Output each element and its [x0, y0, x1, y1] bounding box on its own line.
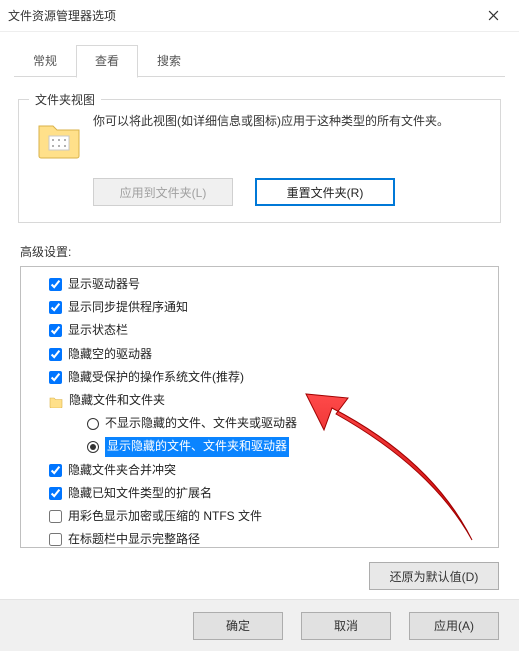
tree-item[interactable]: 隐藏受保护的操作系统文件(推荐): [25, 366, 494, 389]
tree-label-highlighted: 显示隐藏的文件、文件夹和驱动器: [105, 437, 289, 456]
radio-unchecked[interactable]: [87, 418, 99, 430]
tree-label: 隐藏文件夹合并冲突: [68, 461, 176, 480]
tree-label: 隐藏已知文件类型的扩展名: [68, 484, 212, 503]
tree-item[interactable]: 隐藏空的驱动器: [25, 343, 494, 366]
folder-view-description: 你可以将此视图(如详细信息或图标)应用于这种类型的所有文件夹。: [93, 112, 449, 164]
dialog-footer: 确定 取消 应用(A): [0, 599, 519, 651]
apply-to-folders-button: 应用到文件夹(L): [93, 178, 233, 206]
cancel-button[interactable]: 取消: [301, 612, 391, 640]
checkbox[interactable]: [49, 510, 62, 523]
window-title: 文件资源管理器选项: [8, 7, 475, 24]
checkbox[interactable]: [49, 278, 62, 291]
tree-label: 显示同步提供程序通知: [68, 298, 188, 317]
folder-icon: [35, 116, 83, 164]
titlebar: 文件资源管理器选项: [0, 0, 519, 32]
tree-label: 隐藏受保护的操作系统文件(推荐): [68, 368, 244, 387]
folder-mini-icon: [49, 395, 63, 407]
checkbox[interactable]: [49, 371, 62, 384]
tree-item-radio[interactable]: 不显示隐藏的文件、文件夹或驱动器: [25, 412, 494, 435]
ok-button[interactable]: 确定: [193, 612, 283, 640]
folder-view-group: 文件夹视图 你可以将此视图(如详细信息或图标)应用于这种类型的所有文件夹。 应用…: [18, 99, 501, 223]
tree-item[interactable]: 隐藏文件夹合并冲突: [25, 459, 494, 482]
close-icon: [488, 10, 499, 21]
tree-item[interactable]: 在标题栏中显示完整路径: [25, 528, 494, 547]
reset-folders-button[interactable]: 重置文件夹(R): [255, 178, 395, 206]
checkbox[interactable]: [49, 487, 62, 500]
advanced-settings-tree: 显示驱动器号 显示同步提供程序通知 显示状态栏 隐藏空的驱动器 隐藏受保护的操作…: [20, 266, 499, 548]
tree-label: 显示驱动器号: [68, 275, 140, 294]
tree-item-folder[interactable]: 隐藏文件和文件夹: [25, 389, 494, 412]
checkbox[interactable]: [49, 301, 62, 314]
tree-label: 隐藏空的驱动器: [68, 345, 152, 364]
advanced-settings-label: 高级设置:: [20, 243, 499, 260]
tab-general[interactable]: 常规: [14, 45, 76, 78]
checkbox[interactable]: [49, 348, 62, 361]
checkbox[interactable]: [49, 464, 62, 477]
tab-content-view: 文件夹视图 你可以将此视图(如详细信息或图标)应用于这种类型的所有文件夹。 应用…: [14, 77, 505, 590]
restore-defaults-button[interactable]: 还原为默认值(D): [369, 562, 499, 590]
tree-label: 不显示隐藏的文件、文件夹或驱动器: [105, 414, 297, 433]
close-button[interactable]: [475, 2, 511, 30]
tab-search[interactable]: 搜索: [138, 45, 200, 78]
tabs-row: 常规 查看 搜索: [0, 32, 519, 77]
tree-label: 隐藏文件和文件夹: [69, 391, 165, 410]
tree-label: 用彩色显示加密或压缩的 NTFS 文件: [68, 507, 262, 526]
tree-item[interactable]: 隐藏已知文件类型的扩展名: [25, 482, 494, 505]
tree-item[interactable]: 显示驱动器号: [25, 273, 494, 296]
tree-item[interactable]: 显示状态栏: [25, 319, 494, 342]
checkbox[interactable]: [49, 533, 62, 546]
tree-label: 显示状态栏: [68, 321, 128, 340]
folder-view-legend: 文件夹视图: [29, 91, 101, 108]
apply-button[interactable]: 应用(A): [409, 612, 499, 640]
tree-item[interactable]: 用彩色显示加密或压缩的 NTFS 文件: [25, 505, 494, 528]
checkbox[interactable]: [49, 324, 62, 337]
advanced-settings-scroll[interactable]: 显示驱动器号 显示同步提供程序通知 显示状态栏 隐藏空的驱动器 隐藏受保护的操作…: [21, 267, 498, 547]
radio-checked[interactable]: [87, 441, 99, 453]
tree-item-radio-selected[interactable]: 显示隐藏的文件、文件夹和驱动器: [25, 435, 494, 458]
tab-view[interactable]: 查看: [76, 45, 138, 78]
tree-label: 在标题栏中显示完整路径: [68, 530, 200, 547]
tree-item[interactable]: 显示同步提供程序通知: [25, 296, 494, 319]
